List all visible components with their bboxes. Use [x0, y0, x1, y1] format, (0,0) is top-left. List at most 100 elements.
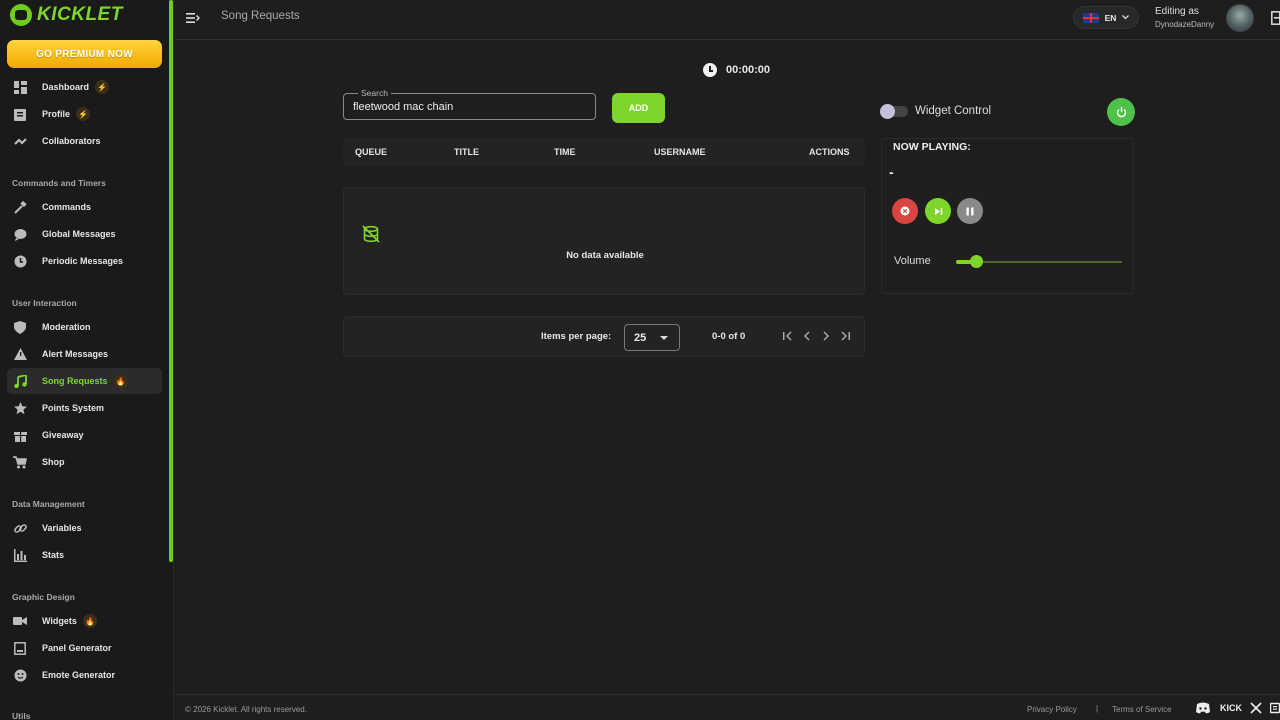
- sidebar-item-giveaway[interactable]: Giveaway: [7, 422, 162, 448]
- bar-chart-icon: [13, 548, 27, 562]
- next-page-icon[interactable]: [819, 329, 833, 343]
- volume-slider[interactable]: [956, 255, 1122, 268]
- language-selector[interactable]: EN: [1073, 6, 1139, 29]
- items-per-page-select[interactable]: 25: [624, 324, 680, 351]
- prev-page-icon[interactable]: [800, 329, 814, 343]
- footer: © 2026 Kicklet. All rights reserved. Pri…: [175, 694, 1280, 720]
- section-commands-timers: Commands and Timers: [12, 178, 106, 188]
- uk-flag-icon: [1082, 12, 1099, 23]
- page-range: 0-0 of 0: [712, 331, 746, 342]
- sidebar-item-label: Giveaway: [42, 430, 84, 440]
- sidebar-item-moderation[interactable]: Moderation: [7, 314, 162, 340]
- sidebar-item-song-requests[interactable]: Song Requests 🔥: [7, 368, 162, 394]
- sidebar-item-label: Song Requests: [42, 376, 108, 386]
- fire-icon: 🔥: [82, 614, 97, 628]
- last-page-icon[interactable]: [838, 329, 852, 343]
- search-field[interactable]: Search: [343, 88, 596, 120]
- sidebar: KICKLET GO PREMIUM NOW Dashboard ⚡ Profi…: [0, 0, 174, 720]
- sidebar-scrollbar[interactable]: [169, 0, 173, 562]
- stop-button[interactable]: [892, 198, 918, 224]
- kick-icon[interactable]: KICK: [1220, 701, 1242, 715]
- x-icon[interactable]: [1248, 701, 1264, 715]
- sidebar-item-emote-generator[interactable]: Emote Generator: [7, 662, 162, 688]
- sidebar-item-variables[interactable]: Variables: [7, 515, 162, 541]
- go-premium-button[interactable]: GO PREMIUM NOW: [7, 40, 162, 68]
- add-button[interactable]: ADD: [612, 93, 665, 123]
- section-utils: Utils: [12, 711, 31, 720]
- sidebar-item-label: Variables: [42, 523, 82, 533]
- now-playing-label: NOW PLAYING:: [893, 141, 971, 153]
- pagination: Items per page: 25 0-0 of 0: [343, 316, 865, 357]
- chat-icon: [13, 227, 27, 241]
- panel-icon: [13, 641, 27, 655]
- skip-next-icon: [934, 207, 942, 215]
- sidebar-item-widgets[interactable]: Widgets 🔥: [7, 608, 162, 634]
- column-time[interactable]: TIME: [554, 147, 576, 157]
- volume-thumb[interactable]: [970, 255, 983, 268]
- sidebar-item-panel-generator[interactable]: Panel Generator: [7, 635, 162, 661]
- star-icon: [13, 401, 27, 415]
- first-page-icon[interactable]: [781, 329, 795, 343]
- sidebar-item-commands[interactable]: Commands: [7, 194, 162, 220]
- column-actions: ACTIONS: [809, 147, 850, 157]
- sidebar-item-label: Commands: [42, 202, 92, 212]
- sidebar-item-periodic-messages[interactable]: Periodic Messages: [7, 248, 162, 274]
- camera-icon: [13, 614, 27, 628]
- volume-label: Volume: [894, 255, 931, 267]
- section-graphic-design: Graphic Design: [12, 592, 75, 602]
- section-data-management: Data Management: [12, 499, 85, 509]
- emote-icon: [13, 668, 27, 682]
- logo[interactable]: KICKLET: [10, 4, 123, 26]
- terms-of-service-link[interactable]: Terms of Service: [1112, 705, 1172, 714]
- sidebar-item-label: Points System: [42, 403, 105, 413]
- sidebar-item-points-system[interactable]: Points System: [7, 395, 162, 421]
- sidebar-item-label: Periodic Messages: [42, 256, 124, 266]
- avatar[interactable]: [1226, 4, 1254, 32]
- dashboard-icon: [13, 80, 27, 94]
- sidebar-item-profile[interactable]: Profile ⚡: [7, 101, 162, 127]
- shield-icon: [13, 320, 27, 334]
- sidebar-item-stats[interactable]: Stats: [7, 542, 162, 568]
- sidebar-item-collaborators[interactable]: Collaborators: [7, 128, 162, 154]
- now-playing-track: -: [889, 164, 894, 180]
- sidebar-item-global-messages[interactable]: Global Messages: [7, 221, 162, 247]
- clock-icon: [703, 63, 717, 77]
- app-root: KICKLET GO PREMIUM NOW Dashboard ⚡ Profi…: [0, 0, 1280, 720]
- sidebar-item-label: Moderation: [42, 322, 91, 332]
- power-button[interactable]: [1107, 98, 1135, 126]
- sidebar-item-shop[interactable]: Shop: [7, 449, 162, 475]
- column-queue[interactable]: QUEUE: [355, 147, 387, 157]
- column-username[interactable]: USERNAME: [654, 147, 706, 157]
- column-title[interactable]: TITLE: [454, 147, 479, 157]
- editing-label: Editing as: [1155, 6, 1199, 17]
- table-header: QUEUE TITLE TIME USERNAME ACTIONS: [343, 138, 865, 166]
- song-timer: 00:00:00: [703, 63, 770, 77]
- menu-collapse-icon[interactable]: [186, 11, 202, 25]
- sidebar-item-label: Collaborators: [42, 136, 101, 146]
- no-data-text: No data available: [566, 250, 644, 261]
- clock-icon: [13, 254, 27, 268]
- sidebar-item-alert-messages[interactable]: Alert Messages: [7, 341, 162, 367]
- discord-icon[interactable]: [1195, 701, 1211, 715]
- privacy-policy-link[interactable]: Privacy Policy: [1027, 705, 1077, 714]
- power-icon: [1116, 106, 1126, 117]
- page-title: Song Requests: [221, 10, 300, 22]
- skip-button[interactable]: [925, 198, 951, 224]
- bolt-icon: ⚡: [76, 107, 91, 121]
- table-body: No data available: [343, 187, 865, 295]
- sidebar-item-label: Profile: [42, 109, 71, 119]
- chevron-down-icon: [1122, 15, 1130, 20]
- logo-icon: [10, 4, 32, 26]
- pause-icon: [966, 207, 974, 215]
- kofi-icon[interactable]: [1268, 701, 1280, 715]
- search-input[interactable]: [353, 99, 583, 115]
- footer-separator: |: [1096, 704, 1099, 713]
- language-code: EN: [1104, 12, 1117, 23]
- logout-icon[interactable]: [1271, 11, 1280, 25]
- widget-control-toggle[interactable]: [880, 104, 908, 119]
- sidebar-item-dashboard[interactable]: Dashboard ⚡: [7, 74, 162, 100]
- collaborators-icon: [13, 134, 27, 148]
- hammer-icon: [13, 200, 27, 214]
- pause-button[interactable]: [957, 198, 983, 224]
- sidebar-item-label: Dashboard: [42, 82, 90, 92]
